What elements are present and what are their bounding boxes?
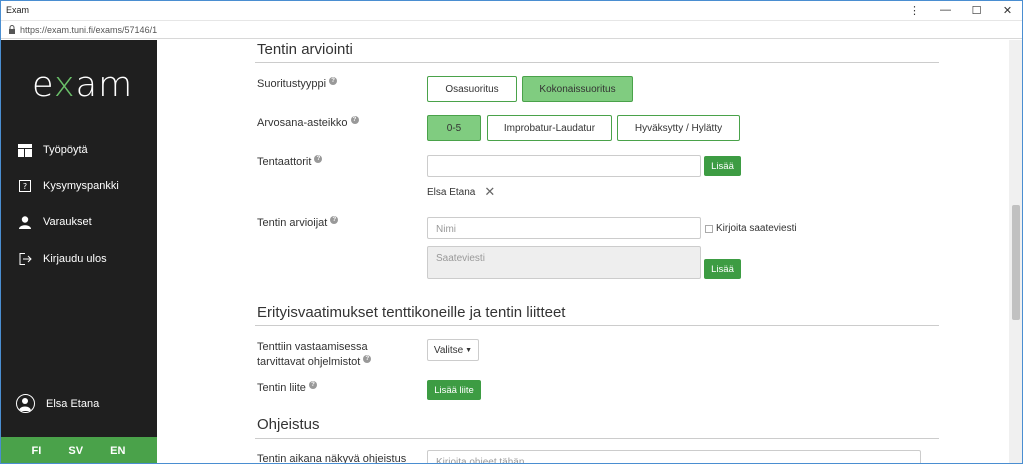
user-profile[interactable]: Elsa Etana bbox=[16, 394, 99, 413]
window-title: Exam bbox=[6, 5, 30, 15]
graders-label: Tentin arvioijat? bbox=[257, 216, 339, 231]
divider bbox=[255, 62, 939, 63]
examiner-chip: Elsa Etana ✕ bbox=[427, 184, 495, 200]
add-grader-button[interactable]: Lisää bbox=[704, 259, 741, 279]
instructions-label: Tentin aikana näkyvä ohjeistus bbox=[257, 453, 407, 464]
help-icon[interactable]: ? bbox=[308, 381, 317, 389]
remove-icon[interactable]: ✕ bbox=[484, 184, 495, 200]
language-en[interactable]: EN bbox=[110, 445, 125, 457]
svg-text:?: ? bbox=[23, 182, 27, 191]
language-sv[interactable]: SV bbox=[68, 445, 83, 457]
message-textarea[interactable]: Saateviesti bbox=[427, 246, 701, 279]
main-content: Tentin arviointi Suoritustyyppi? Osasuor… bbox=[157, 40, 1009, 464]
graders-name-input[interactable]: Nimi bbox=[427, 217, 701, 239]
question-bank-icon: ? bbox=[18, 179, 32, 193]
message-checkbox[interactable]: Kirjoita saateviesti bbox=[705, 223, 797, 234]
examiner-name: Elsa Etana bbox=[427, 186, 476, 198]
close-icon[interactable]: ✕ bbox=[992, 0, 1023, 21]
language-bar: FI SV EN bbox=[0, 437, 157, 464]
url-text: https://exam.tuni.fi/exams/57146/1 bbox=[20, 24, 158, 35]
help-icon[interactable]: ? bbox=[350, 116, 359, 124]
sidebar-item-label: Kirjaudu ulos bbox=[43, 253, 107, 265]
exam-logo[interactable]: exam bbox=[32, 65, 133, 105]
help-icon[interactable]: ? bbox=[329, 77, 338, 85]
checkbox-box[interactable] bbox=[705, 224, 713, 233]
lock-icon bbox=[8, 21, 16, 39]
full-completion-button[interactable]: Kokonaissuoritus bbox=[522, 76, 633, 102]
sidebar-item-reservations[interactable]: Varaukset bbox=[0, 208, 157, 236]
software-label: Tenttiin vastaamisessa tarvittavat ohjel… bbox=[257, 340, 372, 370]
scale-improbatur-laudatur-button[interactable]: Improbatur-Laudatur bbox=[487, 115, 612, 141]
avatar-icon bbox=[16, 394, 35, 413]
help-icon[interactable]: ? bbox=[363, 355, 372, 363]
user-name: Elsa Etana bbox=[46, 397, 100, 410]
partial-completion-button[interactable]: Osasuoritus bbox=[427, 76, 517, 102]
address-bar[interactable]: https://exam.tuni.fi/exams/57146/1 bbox=[0, 21, 1023, 39]
sidebar-item-logout[interactable]: Kirjaudu ulos bbox=[0, 245, 157, 273]
help-icon[interactable]: ? bbox=[314, 155, 323, 163]
sidebar-item-label: Kysymyspankki bbox=[43, 180, 119, 192]
instructions-input[interactable]: Kirjoita ohjeet tähän bbox=[427, 450, 921, 464]
maximize-icon[interactable]: ☐ bbox=[961, 0, 992, 21]
scrollbar-thumb[interactable] bbox=[1012, 205, 1020, 320]
divider bbox=[255, 438, 939, 439]
add-examiner-button[interactable]: Lisää bbox=[704, 156, 741, 176]
sidebar-item-dashboard[interactable]: Työpöytä bbox=[0, 136, 157, 164]
dashboard-icon bbox=[18, 143, 32, 157]
logout-icon bbox=[18, 252, 32, 266]
help-icon[interactable]: ? bbox=[330, 216, 339, 224]
requirements-section-title: Erityisvaatimukset tenttikoneille ja ten… bbox=[257, 304, 566, 321]
sidebar: exam Työpöytä ? Kysymyspankki Varaukset … bbox=[0, 40, 157, 464]
scrollbar[interactable] bbox=[1009, 40, 1023, 464]
menu-dots-icon[interactable]: ⋮ bbox=[899, 0, 930, 21]
software-dropdown[interactable]: Valitse ▼ bbox=[427, 339, 479, 361]
language-fi[interactable]: FI bbox=[32, 445, 42, 457]
examiners-label: Tentaattorit? bbox=[257, 155, 323, 170]
add-attachment-button[interactable]: Lisää liite bbox=[427, 380, 481, 400]
sidebar-item-label: Varaukset bbox=[43, 216, 92, 228]
grading-section-title: Tentin arviointi bbox=[257, 41, 353, 58]
examiners-input[interactable] bbox=[427, 155, 701, 177]
sidebar-item-label: Työpöytä bbox=[43, 144, 88, 156]
completion-type-label: Suoritustyyppi? bbox=[257, 77, 338, 92]
checkbox-label: Kirjoita saateviesti bbox=[716, 223, 797, 234]
instructions-section-title: Ohjeistus bbox=[257, 416, 320, 433]
window-titlebar: Exam ⋮ — ☐ ✕ bbox=[0, 0, 1023, 21]
user-icon bbox=[18, 215, 32, 229]
scale-pass-fail-button[interactable]: Hyväksytty / Hylätty bbox=[617, 115, 740, 141]
divider bbox=[255, 325, 939, 326]
grade-scale-label: Arvosana-asteikko? bbox=[257, 116, 359, 131]
scale-0-5-button[interactable]: 0-5 bbox=[427, 115, 481, 141]
window-controls: ⋮ — ☐ ✕ bbox=[899, 0, 1023, 21]
caret-down-icon: ▼ bbox=[465, 346, 473, 354]
minimize-icon[interactable]: — bbox=[930, 0, 961, 21]
sidebar-item-question-bank[interactable]: ? Kysymyspankki bbox=[0, 172, 157, 200]
attachment-label: Tentin liite? bbox=[257, 381, 317, 396]
